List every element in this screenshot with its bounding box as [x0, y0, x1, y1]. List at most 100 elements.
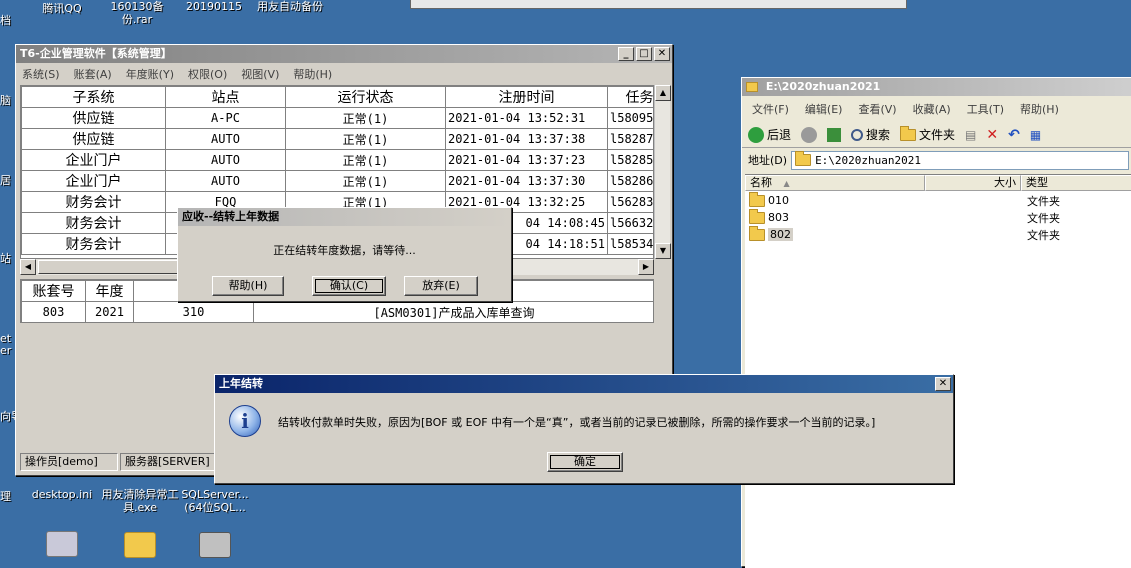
grid-header[interactable]: 注册时间	[445, 86, 608, 108]
table-row[interactable]: 企业门户 AUTO 正常(1) 2021-01-04 13:37:23 l582…	[21, 149, 653, 171]
close-icon[interactable]: ✕	[935, 377, 951, 391]
cell-status: 正常(1)	[285, 170, 446, 192]
info-icon: i	[229, 405, 261, 437]
menu-system[interactable]: 系统(S)	[22, 66, 60, 82]
table-row[interactable]: 供应链 A-PC 正常(1) 2021-01-04 13:52:31 l5809…	[21, 107, 653, 129]
explorer-menubar: 文件(F) 编辑(E) 查看(V) 收藏(A) 工具(T) 帮助(H)	[742, 96, 1131, 122]
table-row[interactable]: 803 2021 310 [ASM0301]产成品入库单查询	[21, 301, 653, 322]
scroll-up-icon[interactable]: ▲	[655, 85, 671, 101]
column-header-type[interactable]: 类型	[1021, 175, 1131, 191]
menu-favorites[interactable]: 收藏(A)	[913, 101, 951, 117]
undo-icon[interactable]: ↶	[1008, 127, 1020, 143]
folder-icon	[749, 208, 765, 224]
cell-task: l58095	[607, 107, 653, 129]
desktop-icon-label: desktop.ini	[31, 488, 93, 501]
list-item[interactable]: 803 文件夹	[749, 208, 1131, 226]
grid-header[interactable]: 任务	[607, 86, 653, 108]
scroll-right-icon[interactable]: ▶	[638, 259, 654, 275]
header-label: 名称	[750, 176, 772, 189]
list-item[interactable]: 802 文件夹	[749, 225, 1131, 243]
grid-header[interactable]: 站点	[165, 86, 286, 108]
menu-tools[interactable]: 工具(T)	[967, 101, 1004, 117]
menu-edit[interactable]: 编辑(E)	[805, 101, 843, 117]
scroll-down-icon[interactable]: ▼	[655, 243, 671, 259]
cell-task: l58534	[607, 233, 653, 255]
grid-header[interactable]: 账套号	[21, 280, 86, 302]
desktop-icon-sqlserver[interactable]: SQLServer...(64位SQL...	[175, 488, 255, 560]
edge-label: 档	[0, 14, 11, 27]
grid-header[interactable]: 子系统	[21, 86, 166, 108]
menu-account[interactable]: 账套(A)	[74, 66, 112, 82]
back-label: 后退	[767, 128, 792, 142]
cell-time: 2021-01-04 13:52:31	[445, 107, 608, 129]
address-input[interactable]: E:\2020zhuan2021	[791, 150, 1129, 170]
cell-task: l56632	[607, 212, 653, 234]
move-to-icon[interactable]: ▤	[965, 128, 976, 142]
cell-site: AUTO	[165, 170, 286, 192]
main-window-titlebar[interactable]: T6-企业管理软件【系统管理】 _ □ ✕	[16, 45, 672, 63]
folder-icon	[795, 151, 812, 166]
scroll-left-icon[interactable]: ◀	[20, 259, 36, 275]
desktop-icon-backup[interactable]: 用友自动备份	[250, 0, 330, 13]
cell-subsystem: 财务会计	[21, 233, 166, 255]
explorer-titlebar[interactable]: E:\2020zhuan2021	[742, 78, 1131, 96]
desktop-icon-desktop-ini[interactable]: desktop.ini	[22, 488, 102, 559]
edge-label: 脑	[0, 94, 11, 107]
search-button[interactable]: 搜索	[851, 126, 890, 143]
menu-help[interactable]: 帮助(H)	[293, 66, 332, 82]
folder-icon	[749, 191, 765, 207]
cell-site: AUTO	[165, 128, 286, 150]
close-icon[interactable]: ✕	[654, 47, 670, 61]
edge-label: er	[0, 344, 12, 357]
back-button[interactable]: 后退	[748, 126, 791, 143]
progress-dialog-titlebar[interactable]: 应收--结转上年数据	[178, 208, 511, 226]
menu-file[interactable]: 文件(F)	[752, 101, 789, 117]
status-server: 服务器[SERVER]	[120, 453, 216, 471]
grid-header[interactable]: 年度	[85, 280, 134, 302]
sort-arrow-icon: ▲	[783, 179, 790, 188]
cell-status: 正常(1)	[285, 149, 446, 171]
error-dialog: 上年结转 ✕ i 结转收付款单时失败，原因为[BOF 或 EOF 中有一个是“真…	[214, 374, 954, 484]
cell-task: l58286	[607, 170, 653, 192]
folders-button[interactable]: 文件夹	[900, 125, 955, 143]
views-icon[interactable]: ▦	[1030, 128, 1041, 142]
maximize-icon[interactable]: □	[636, 47, 652, 61]
desktop-icon-qq[interactable]: 腾讯QQ	[22, 0, 102, 15]
confirm-button[interactable]: 确认(C)	[312, 276, 386, 296]
menu-view[interactable]: 查看(V)	[858, 101, 896, 117]
grid-header[interactable]: 运行状态	[285, 86, 446, 108]
cell-subsystem: 企业门户	[21, 149, 166, 171]
file-type: 文件夹	[1027, 194, 1060, 208]
abort-button[interactable]: 放弃(E)	[404, 276, 478, 296]
help-button[interactable]: 帮助(H)	[212, 276, 284, 296]
menu-permission[interactable]: 权限(O)	[188, 66, 227, 82]
scroll-thumb[interactable]	[38, 260, 178, 274]
error-message: 结转收付款单时失败，原因为[BOF 或 EOF 中有一个是“真”，或者当前的记录…	[278, 416, 876, 429]
menu-help[interactable]: 帮助(H)	[1020, 101, 1059, 117]
column-header-size[interactable]: 大小	[925, 175, 1021, 191]
grid-vertical-scrollbar[interactable]: ▲ ▼	[654, 85, 671, 259]
up-folder-icon[interactable]	[827, 127, 842, 142]
desktop-icon-label: 用友自动备份	[257, 0, 323, 13]
desktop-icon-clean-tool[interactable]: 用友清除异常工具.exe	[100, 488, 180, 560]
error-dialog-titlebar[interactable]: 上年结转 ✕	[215, 375, 953, 393]
cell-site: AUTO	[165, 149, 286, 171]
table-row[interactable]: 企业门户 AUTO 正常(1) 2021-01-04 13:37:30 l582…	[21, 170, 653, 192]
menu-view[interactable]: 视图(V)	[241, 66, 279, 82]
cell-year: 2021	[85, 301, 134, 322]
delete-icon[interactable]: ✕	[986, 127, 998, 143]
desktop-icon-20190115[interactable]: 20190115	[174, 0, 254, 13]
progress-dialog-title: 应收--结转上年数据	[182, 210, 280, 223]
cell-subsystem: 企业门户	[21, 170, 166, 192]
menu-year-account[interactable]: 年度账(Y)	[126, 66, 174, 82]
minimize-icon[interactable]: _	[618, 47, 634, 61]
explorer-window: E:\2020zhuan2021 文件(F) 编辑(E) 查看(V) 收藏(A)…	[741, 77, 1131, 568]
list-item[interactable]: 010 文件夹	[749, 191, 1131, 209]
cell-task: l58287	[607, 128, 653, 150]
desktop-icon-rar[interactable]: 160130备份.rar	[97, 0, 177, 26]
forward-arrow-icon[interactable]	[801, 126, 818, 143]
desktop-icon-label: 腾讯QQ	[42, 2, 82, 15]
ok-button[interactable]: 确定	[547, 452, 623, 472]
column-header-name[interactable]: 名称 ▲	[745, 175, 925, 191]
table-row[interactable]: 供应链 AUTO 正常(1) 2021-01-04 13:37:38 l5828…	[21, 128, 653, 150]
